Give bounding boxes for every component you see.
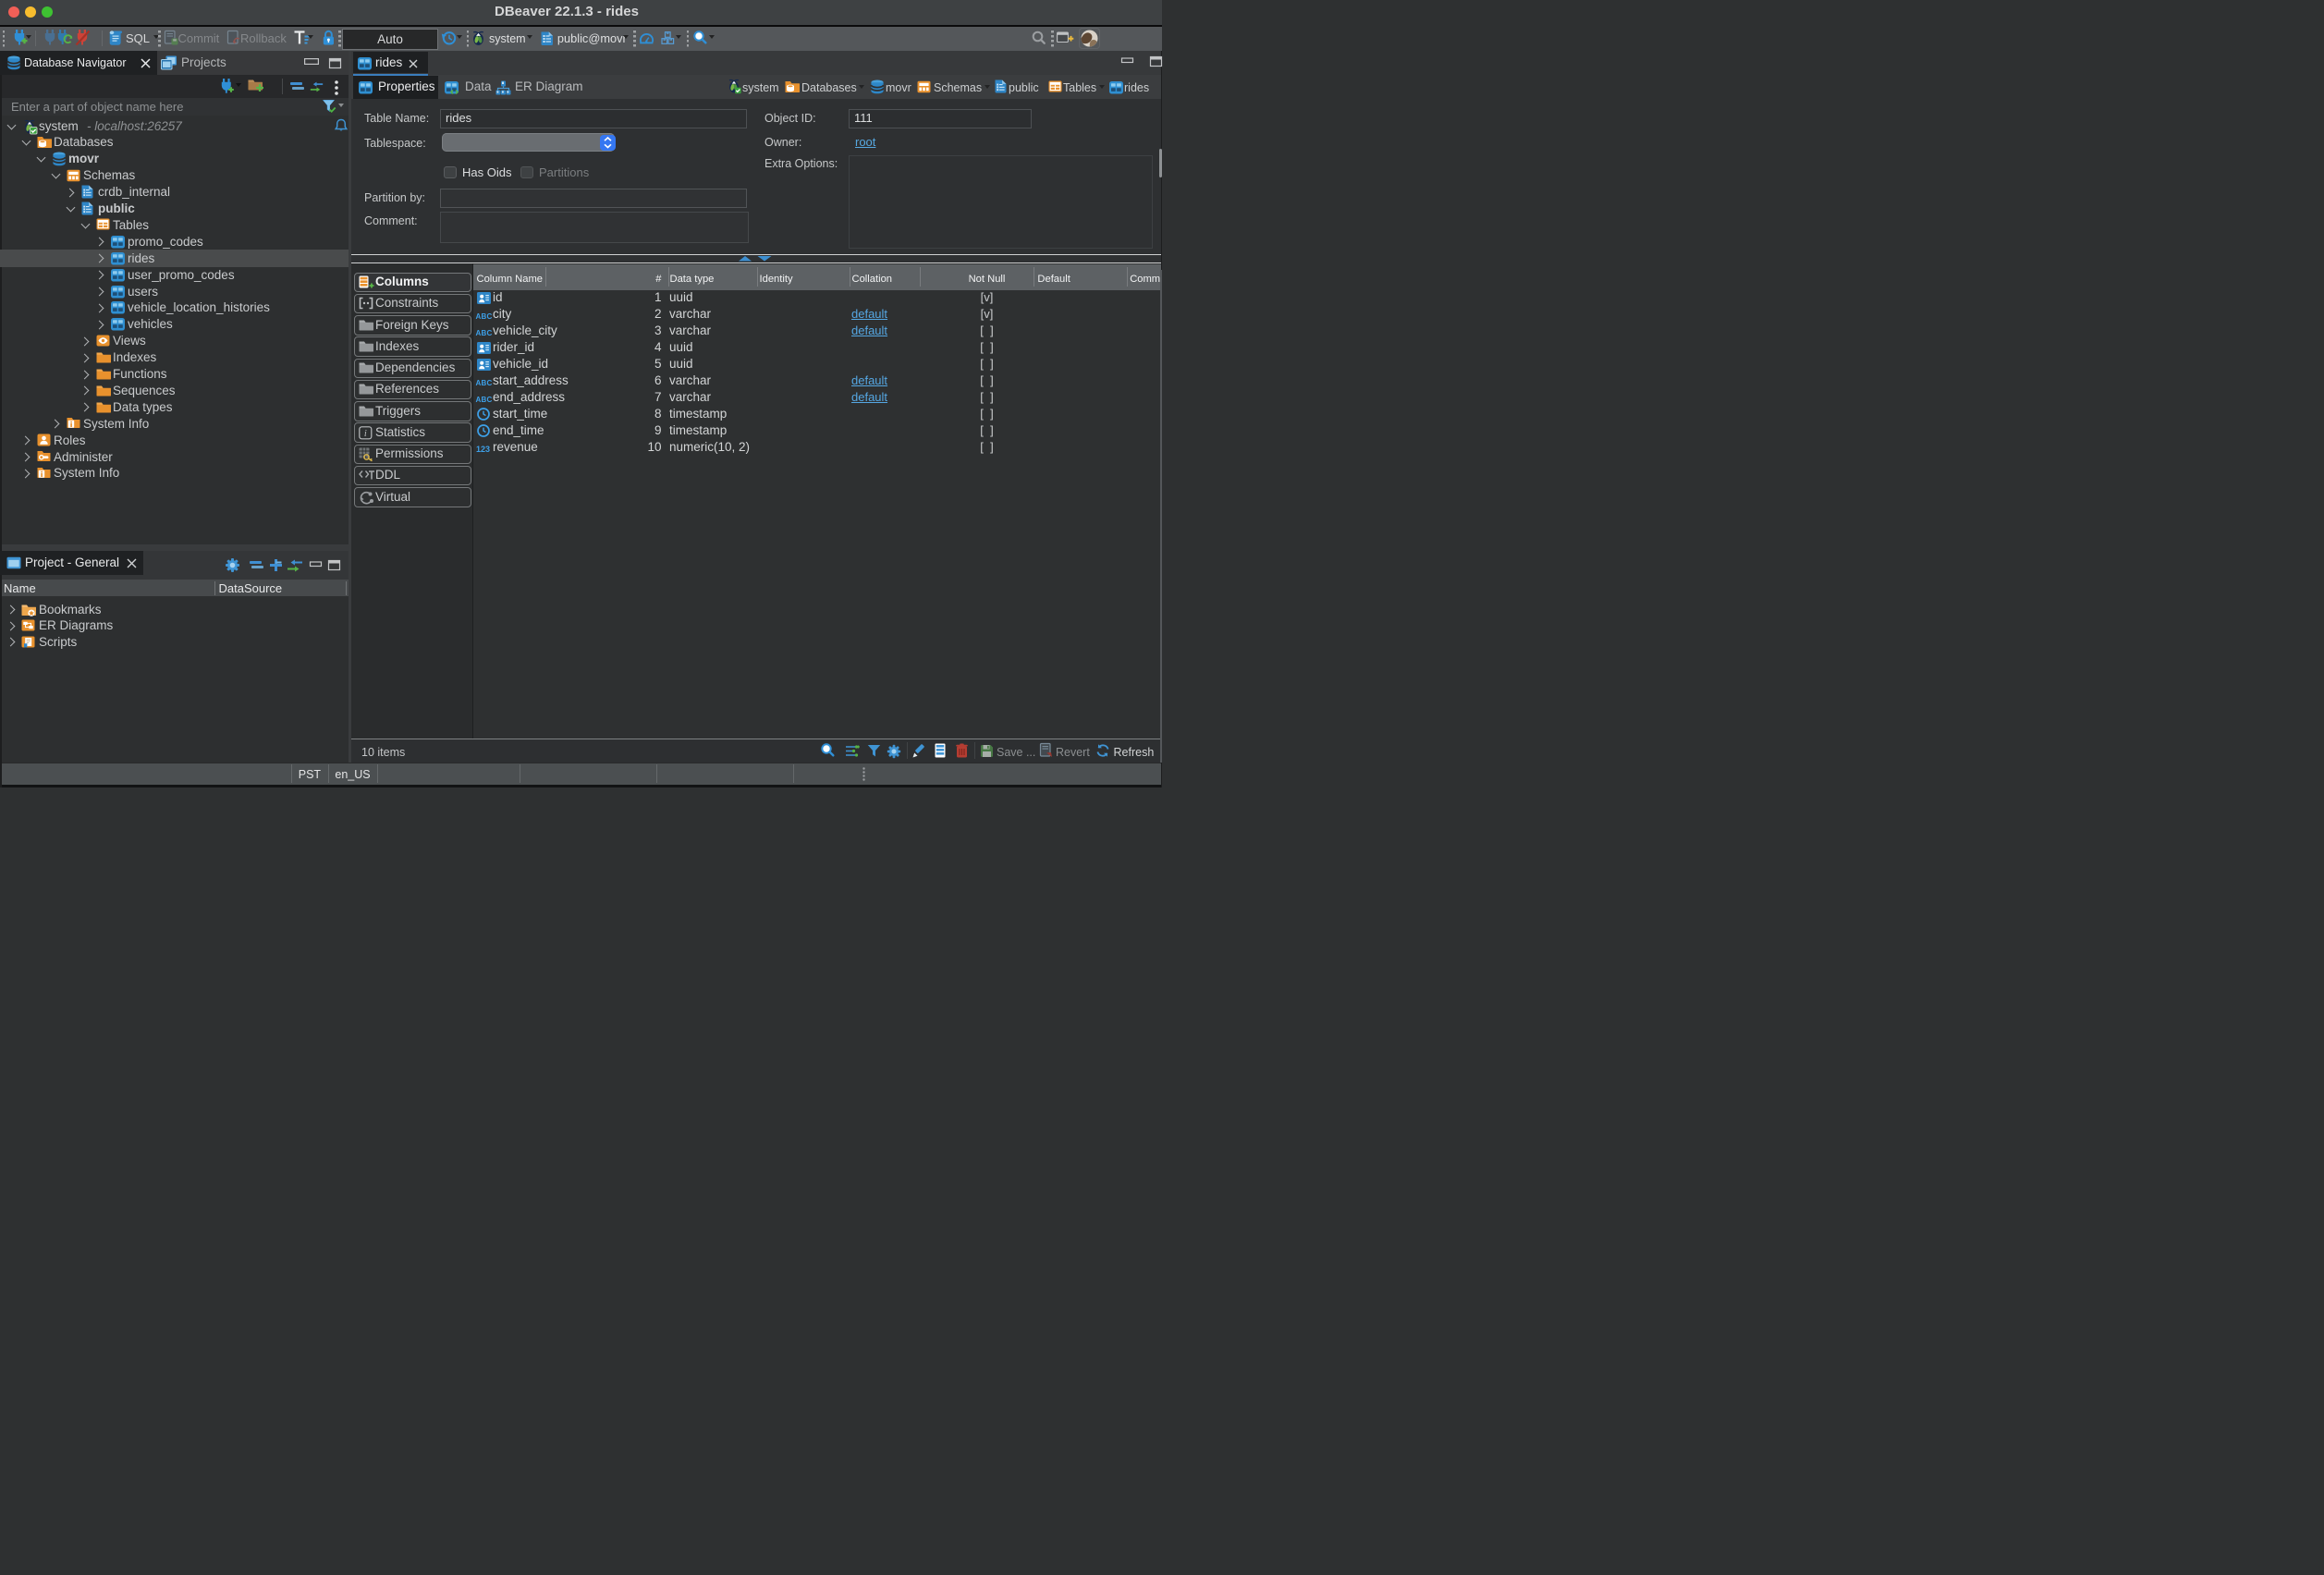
svg-text:i: i [364,429,367,439]
